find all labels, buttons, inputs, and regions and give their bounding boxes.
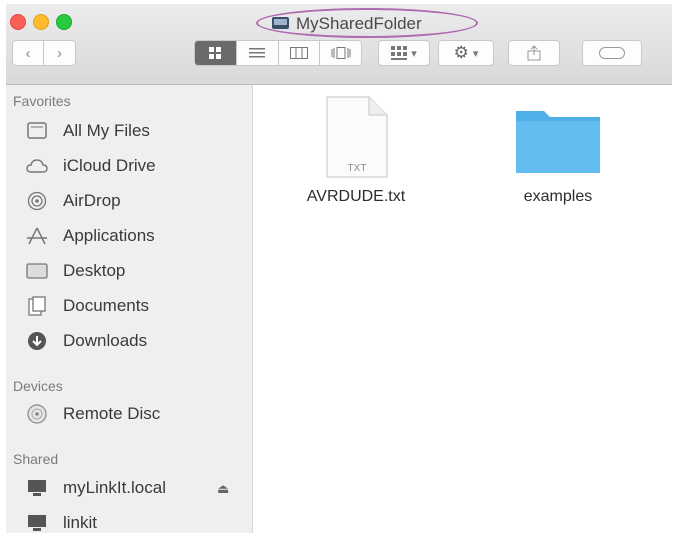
gear-icon: ⚙	[453, 43, 469, 62]
chevron-down-icon: ▾	[472, 47, 479, 60]
forward-button[interactable]: ›	[44, 40, 76, 66]
chevron-right-icon: ›	[57, 44, 62, 62]
disc-icon	[24, 403, 50, 425]
sidebar-item-desktop[interactable]: Desktop	[24, 256, 125, 286]
devices-section-label: Devices	[13, 378, 63, 394]
sidebar-item-all-my-files[interactable]: All My Files	[24, 116, 150, 146]
sidebar-item-documents[interactable]: Documents	[24, 291, 149, 321]
file-name: AVRDUDE.txt	[306, 188, 406, 205]
icon-view-button[interactable]	[194, 40, 237, 66]
share-button[interactable]	[508, 40, 560, 66]
sidebar-item-linkit[interactable]: linkit	[24, 508, 97, 538]
back-button[interactable]: ‹	[12, 40, 44, 66]
sidebar-item-applications[interactable]: Applications	[24, 221, 155, 251]
sidebar-item-downloads[interactable]: Downloads	[24, 326, 147, 356]
file-browser-content: TXT AVRDUDE.txt examples	[253, 85, 672, 533]
text-file-icon: TXT	[326, 96, 388, 178]
applications-icon	[24, 225, 50, 247]
sidebar-item-label: Documents	[63, 296, 149, 315]
close-button[interactable]	[10, 14, 26, 30]
sidebar: Favorites All My Files iCloud Drive AirD…	[6, 85, 253, 533]
sidebar-item-label: myLinkIt.local	[63, 478, 166, 497]
arrange-grid-icon	[391, 46, 408, 60]
icon-view-icon	[209, 47, 222, 59]
tag-icon	[599, 47, 625, 59]
action-button[interactable]: ⚙ ▾	[438, 40, 494, 66]
sidebar-item-label: Desktop	[63, 261, 126, 280]
sidebar-item-label: All My Files	[63, 121, 150, 140]
window-title-text: MySharedFolder	[296, 14, 422, 33]
sidebar-item-label: Downloads	[63, 331, 148, 350]
tags-button[interactable]	[582, 40, 642, 66]
folder-item-examples[interactable]: examples	[493, 95, 623, 206]
chevron-down-icon: ▾	[411, 47, 417, 60]
list-view-button[interactable]	[236, 40, 279, 66]
share-icon	[527, 45, 541, 61]
folder-proxy-icon[interactable]	[272, 17, 289, 29]
toolbar: MySharedFolder ‹ › ▾ ⚙ ▾	[6, 4, 672, 85]
sidebar-item-label: Remote Disc	[63, 404, 161, 423]
sidebar-item-label: linkit	[63, 513, 98, 532]
sidebar-item-remote-disc[interactable]: Remote Disc	[24, 399, 160, 429]
all-files-icon	[24, 120, 50, 142]
minimize-button[interactable]	[33, 14, 49, 30]
eject-icon[interactable]: ⏏	[217, 481, 229, 497]
zoom-button[interactable]	[56, 14, 72, 30]
window-title: MySharedFolder	[256, 8, 478, 38]
documents-icon	[24, 295, 50, 317]
sidebar-item-label: Applications	[63, 226, 155, 245]
computer-icon	[24, 512, 50, 534]
sidebar-item-icloud-drive[interactable]: iCloud Drive	[24, 151, 156, 181]
airdrop-icon	[24, 190, 50, 212]
folder-icon	[516, 111, 600, 173]
chevron-left-icon: ‹	[25, 44, 31, 62]
computer-icon	[24, 477, 50, 499]
downloads-icon	[24, 330, 50, 352]
sidebar-item-label: AirDrop	[63, 191, 121, 210]
column-view-button[interactable]	[278, 40, 321, 66]
list-view-icon	[249, 48, 266, 58]
sidebar-item-label: iCloud Drive	[63, 156, 156, 175]
cloud-icon	[24, 155, 50, 177]
finder-window: MySharedFolder ‹ › ▾ ⚙ ▾ Favorites All M…	[6, 4, 672, 533]
favorites-section-label: Favorites	[13, 93, 71, 109]
column-view-icon	[289, 47, 308, 59]
shared-section-label: Shared	[13, 451, 59, 467]
sidebar-item-airdrop[interactable]: AirDrop	[24, 186, 121, 216]
cover-flow-view-icon	[331, 47, 351, 59]
file-name: examples	[523, 188, 593, 205]
view-mode-group	[194, 40, 362, 66]
cover-flow-view-button[interactable]	[320, 40, 362, 66]
file-item-avrdude[interactable]: TXT AVRDUDE.txt	[291, 95, 421, 206]
sidebar-item-mylinkit-local[interactable]: myLinkIt.local	[24, 473, 166, 503]
file-type-label: TXT	[348, 163, 367, 174]
arrange-button[interactable]: ▾	[378, 40, 430, 66]
desktop-icon	[24, 260, 50, 282]
